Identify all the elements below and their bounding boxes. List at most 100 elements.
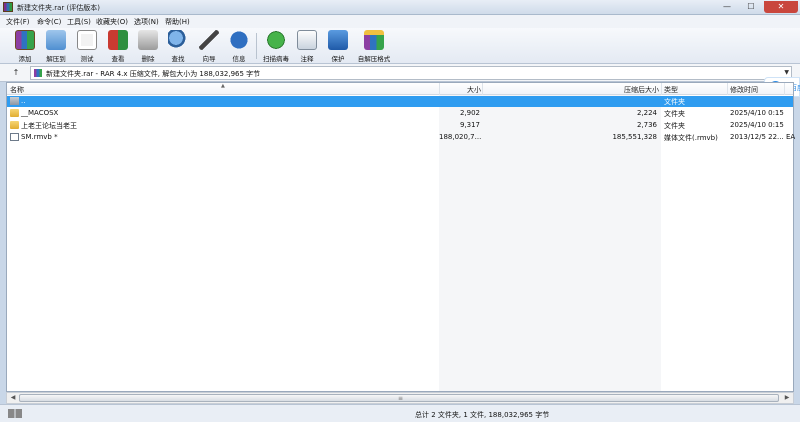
test-label: 测试 [80, 55, 94, 63]
drive-status-icon [8, 409, 22, 418]
wizard-label: 向导 [202, 55, 216, 63]
file-name: SM.rmvb * [21, 133, 58, 141]
sort-ascending-icon: ▲ [221, 83, 225, 89]
test-button[interactable]: 测试 [72, 30, 102, 63]
file-packed-size: 2,736 [636, 121, 657, 129]
file-size: 2,902 [459, 109, 480, 117]
delete-button[interactable]: 删除 [133, 30, 163, 63]
file-size: 9,317 [459, 121, 480, 129]
view-icon [108, 30, 128, 50]
column-header-type[interactable]: 类型 [664, 85, 678, 95]
archive-path-field[interactable]: 新建文件夹.rar - RAR 4.x 压缩文件, 解包大小为 188,032,… [30, 66, 792, 80]
find-label: 查找 [171, 55, 185, 63]
maximize-button[interactable]: ☐ [740, 1, 762, 13]
info-label: 信息 [232, 55, 246, 63]
virus-scan-icon [266, 30, 286, 50]
rar-archive-icon [34, 69, 42, 77]
file-row[interactable]: SM.rmvb * 188,020,7... 185,551,328 媒体文件(… [7, 132, 796, 143]
protect-icon [328, 30, 348, 50]
comment-icon [297, 30, 317, 50]
delete-label: 删除 [141, 55, 155, 63]
file-type: 文件夹 [664, 98, 685, 106]
wizard-button[interactable]: 向导 [194, 30, 224, 63]
file-packed-size: 2,224 [636, 109, 657, 117]
toolbar: 添加 解压到 测试 查看 删除 查找 向导 信息 扫描病毒 注释 保护 自解压格… [0, 28, 800, 64]
file-size: 188,020,7... [439, 133, 482, 141]
scroll-left-icon[interactable]: ◀ [7, 393, 19, 403]
find-icon [168, 30, 188, 50]
parent-folder-icon [10, 97, 19, 105]
file-packed-size: 185,551,328 [612, 133, 657, 141]
toolbar-separator [256, 33, 257, 59]
media-file-icon [10, 133, 19, 141]
archive-path-text: 新建文件夹.rar - RAR 4.x 压缩文件, 解包大小为 188,032,… [46, 70, 261, 78]
file-type: 文件夹 [664, 122, 685, 130]
add-button[interactable]: 添加 [10, 30, 40, 63]
status-summary: 总计 2 文件夹, 1 文件, 188,032,965 字节 [415, 411, 550, 419]
view-button[interactable]: 查看 [103, 30, 133, 63]
extract-icon [46, 30, 66, 50]
scroll-right-icon[interactable]: ▶ [781, 393, 793, 403]
sfx-label: 自解压格式 [357, 55, 391, 63]
folder-icon [10, 109, 19, 117]
file-modified: 2025/4/10 0:15 [730, 121, 784, 129]
file-list[interactable]: 名称 ▲ 大小 压缩后大小 类型 修改时间 .. 文件夹 __MACOSX 2,… [6, 82, 796, 392]
wizard-icon [199, 30, 219, 50]
column-header-modified[interactable]: 修改时间 [730, 85, 758, 95]
comment-label: 注释 [300, 55, 314, 63]
column-divider[interactable] [439, 83, 440, 95]
file-modified: 2025/4/10 0:15 [730, 109, 784, 117]
list-header: 名称 ▲ 大小 压缩后大小 类型 修改时间 [7, 83, 793, 95]
window-title: 新建文件夹.rar (评估版本) [17, 4, 100, 12]
file-attributes: EA [786, 133, 796, 141]
column-header-name[interactable]: 名称 [10, 85, 24, 95]
add-label: 添加 [18, 55, 32, 63]
find-button[interactable]: 查找 [163, 30, 193, 63]
file-modified: 2013/12/5 22... [730, 133, 784, 141]
column-header-packed[interactable]: 压缩后大小 [624, 85, 659, 95]
file-row[interactable]: __MACOSX 2,902 2,224 文件夹 2025/4/10 0:15 [7, 108, 793, 119]
column-divider[interactable] [661, 83, 662, 95]
file-row-parent[interactable]: .. 文件夹 [7, 96, 793, 107]
file-name: 上老王论坛当老王 [21, 122, 77, 130]
menu-help[interactable]: 帮助(H) [165, 17, 190, 27]
file-type: 文件夹 [664, 110, 685, 118]
menu-options[interactable]: 选项(N) [134, 17, 159, 27]
minimize-button[interactable]: — [716, 1, 738, 13]
horizontal-scrollbar[interactable]: ◀ ≡ ▶ [6, 392, 794, 404]
column-divider[interactable] [784, 83, 785, 95]
close-button[interactable]: ✕ [764, 1, 798, 13]
menu-commands[interactable]: 命令(C) [37, 17, 61, 27]
virus-scan-button[interactable]: 扫描病毒 [260, 30, 292, 63]
menu-file[interactable]: 文件(F) [6, 17, 30, 27]
virus-scan-label: 扫描病毒 [263, 55, 289, 63]
comment-button[interactable]: 注释 [292, 30, 322, 63]
column-divider[interactable] [482, 83, 483, 95]
protect-label: 保护 [331, 55, 345, 63]
sfx-button[interactable]: 自解压格式 [355, 30, 393, 63]
column-divider[interactable] [727, 83, 728, 95]
view-label: 查看 [111, 55, 125, 63]
protect-button[interactable]: 保护 [323, 30, 353, 63]
extract-to-label: 解压到 [46, 55, 66, 63]
delete-icon [138, 30, 158, 50]
scrollbar-thumb[interactable]: ≡ [19, 394, 779, 402]
menu-tools[interactable]: 工具(S) [67, 17, 91, 27]
file-type: 媒体文件(.rmvb) [664, 134, 718, 142]
winrar-app-icon [3, 2, 13, 12]
sfx-icon [364, 30, 384, 50]
menu-favorites[interactable]: 收藏夹(O) [96, 17, 128, 27]
title-bar: 新建文件夹.rar (评估版本) — ☐ ✕ [0, 0, 800, 15]
path-dropdown-icon[interactable]: ▼ [784, 69, 789, 76]
grip-icon: ≡ [398, 395, 404, 402]
file-name: __MACOSX [21, 109, 59, 117]
column-header-size[interactable]: 大小 [467, 85, 481, 95]
info-button[interactable]: 信息 [224, 30, 254, 63]
file-name: .. [21, 97, 26, 105]
test-icon [77, 30, 97, 50]
add-icon [15, 30, 35, 50]
menu-bar: 文件(F) 命令(C) 工具(S) 收藏夹(O) 选项(N) 帮助(H) [0, 15, 800, 28]
up-one-level-button[interactable]: ↑ [10, 67, 22, 79]
extract-to-button[interactable]: 解压到 [41, 30, 71, 63]
file-row[interactable]: 上老王论坛当老王 9,317 2,736 文件夹 2025/4/10 0:15 [7, 120, 793, 131]
